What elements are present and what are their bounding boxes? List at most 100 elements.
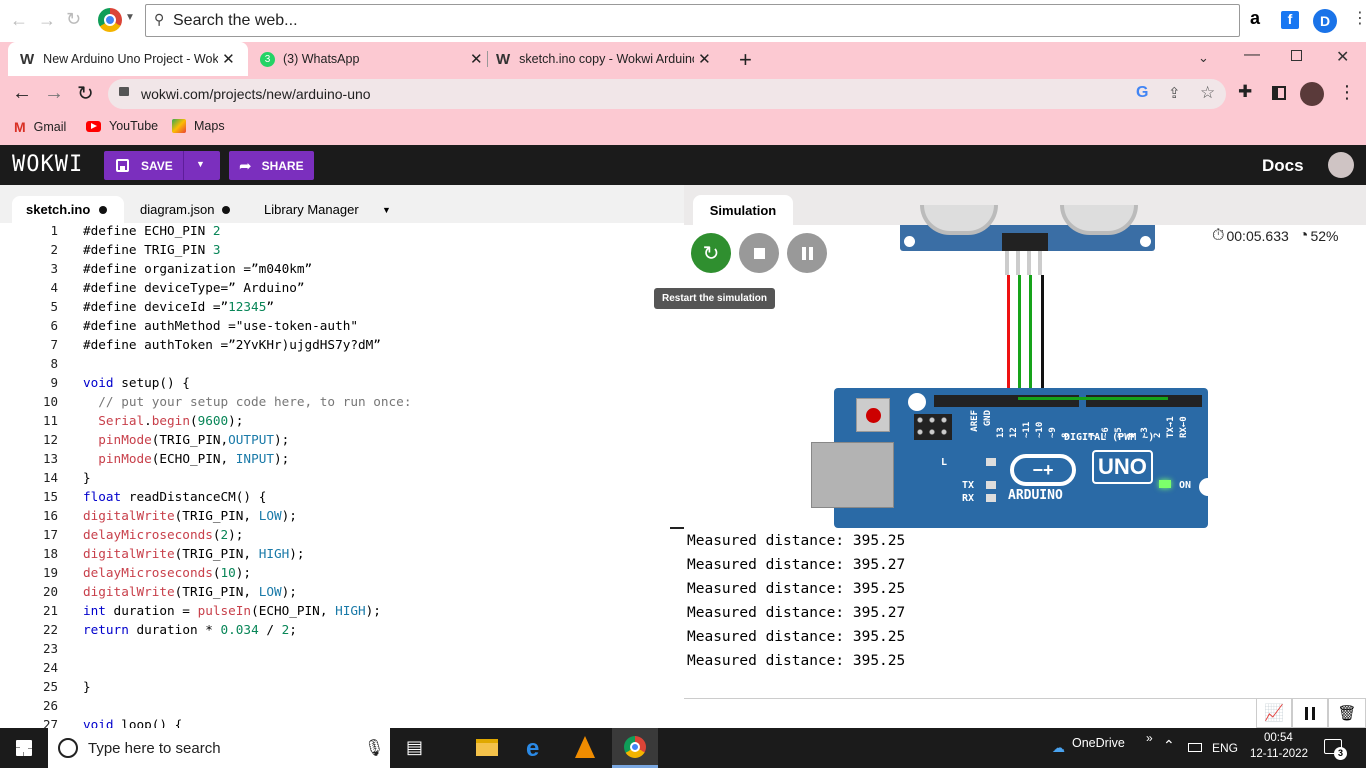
line-number: 11 bbox=[42, 413, 58, 428]
lock-icon[interactable] bbox=[119, 87, 129, 96]
web-search-input[interactable]: ⚲ Search the web... bbox=[145, 4, 1240, 37]
whatsapp-icon: 3 bbox=[260, 51, 275, 67]
pause-serial-button[interactable] bbox=[1292, 698, 1328, 728]
bookmark-gmail[interactable]: M Gmail bbox=[14, 119, 66, 135]
power-led bbox=[1159, 480, 1171, 488]
close-window-icon[interactable]: ✕ bbox=[1336, 47, 1349, 67]
simulation-canvas[interactable]: L TX RX −+ UNO ARDUINO ON DIGITAL (PWM ~… bbox=[684, 205, 1366, 528]
line-number: 26 bbox=[42, 698, 58, 713]
notification-count: 3 bbox=[1334, 747, 1347, 760]
user-avatar[interactable] bbox=[1328, 152, 1354, 178]
label-uno: UNO bbox=[1092, 450, 1153, 484]
forward-icon[interactable]: → bbox=[44, 82, 64, 105]
search-circle-icon bbox=[58, 738, 78, 758]
more-icon[interactable]: ⋮ bbox=[1352, 8, 1366, 28]
bookmark-star-icon[interactable]: ☆ bbox=[1200, 83, 1215, 103]
ultrasonic-sensor[interactable] bbox=[900, 205, 1155, 251]
line-number: 13 bbox=[42, 451, 58, 466]
serial-line: Measured distance: 395.25 bbox=[687, 581, 906, 597]
gmail-icon: M bbox=[14, 119, 26, 135]
reload-icon[interactable]: ↻ bbox=[66, 9, 81, 30]
clear-serial-button[interactable]: 🗑 bbox=[1328, 698, 1366, 728]
browser-tab-wokwi-new[interactable]: W New Arduino Uno Project - Wokwi ✕ bbox=[8, 42, 248, 76]
google-icon[interactable]: G bbox=[1136, 84, 1148, 102]
sensor-pin-header bbox=[1002, 233, 1048, 251]
pause-simulation-button[interactable] bbox=[787, 233, 827, 273]
bookmark-youtube[interactable]: YouTube bbox=[86, 119, 158, 133]
tray-up-icon[interactable]: ⌃ bbox=[1163, 737, 1175, 754]
close-icon[interactable]: ✕ bbox=[698, 50, 711, 68]
plotter-button[interactable]: 📈 bbox=[1256, 698, 1292, 728]
bookmark-maps[interactable]: Maps bbox=[172, 119, 225, 133]
new-tab-icon[interactable]: + bbox=[739, 47, 752, 73]
tabs-dropdown-icon[interactable]: ▼ bbox=[382, 205, 391, 215]
browser-tab-whatsapp[interactable]: 3 (3) WhatsApp ✕ bbox=[254, 42, 484, 76]
back-icon[interactable]: ← bbox=[12, 82, 32, 105]
close-icon[interactable]: ✕ bbox=[222, 50, 235, 68]
bookmark-label: Maps bbox=[194, 119, 225, 133]
clock-time[interactable]: 00:54 bbox=[1264, 732, 1293, 744]
save-button[interactable]: SAVE ▼ bbox=[104, 151, 220, 180]
edge-icon[interactable]: e bbox=[526, 735, 539, 763]
restart-simulation-button[interactable]: ↻ bbox=[691, 233, 731, 273]
profile-avatar[interactable]: D bbox=[1313, 9, 1337, 33]
docs-link[interactable]: Docs bbox=[1262, 156, 1304, 176]
label-rx: RX bbox=[962, 493, 975, 504]
chevron-down-icon[interactable]: ▼ bbox=[196, 159, 205, 169]
amazon-icon[interactable]: a bbox=[1250, 8, 1260, 29]
share-button[interactable]: ➦ SHARE bbox=[229, 151, 314, 180]
line-number: 2 bbox=[50, 242, 58, 257]
stop-simulation-button[interactable] bbox=[739, 233, 779, 273]
wokwi-logo[interactable]: WOKWI bbox=[12, 152, 83, 177]
url-field[interactable]: wokwi.com/projects/new/arduino-uno G ⇪ ☆ bbox=[108, 79, 1226, 109]
clock-date[interactable]: 12-11-2022 bbox=[1250, 748, 1308, 760]
share-icon[interactable]: ⇪ bbox=[1168, 84, 1181, 102]
onedrive-icon[interactable]: ☁ bbox=[1052, 740, 1065, 756]
restore-icon[interactable] bbox=[1291, 50, 1302, 61]
serial-input[interactable] bbox=[684, 698, 1256, 728]
sim-speed: 52% bbox=[1310, 228, 1339, 244]
code-area[interactable]: 1 #define ECHO_PIN 2 2 #define TRIG_PIN 3 3 #… bbox=[0, 223, 670, 728]
code-line: delayMicroseconds(2); bbox=[83, 527, 244, 542]
forward-icon[interactable]: → bbox=[38, 10, 56, 31]
taskbar-search-box[interactable]: Type here to search 🎙 bbox=[48, 728, 390, 768]
line-number: 1 bbox=[50, 223, 58, 238]
minimize-icon[interactable]: — bbox=[1244, 46, 1260, 64]
onedrive-label[interactable]: OneDrive bbox=[1072, 736, 1125, 750]
extensions-icon[interactable]: ✚ bbox=[1238, 82, 1252, 102]
tab-simulation[interactable]: Simulation bbox=[693, 195, 793, 225]
tab-diagram-json[interactable]: diagram.json bbox=[140, 202, 231, 217]
file-explorer-icon[interactable] bbox=[476, 739, 498, 756]
close-icon[interactable]: ✕ bbox=[470, 50, 483, 68]
line-number: 12 bbox=[42, 432, 58, 447]
side-panel-icon[interactable] bbox=[1272, 86, 1286, 100]
back-icon[interactable]: ← bbox=[10, 10, 28, 31]
profile-photo[interactable] bbox=[1300, 82, 1324, 106]
restart-tooltip: Restart the simulation bbox=[654, 288, 776, 309]
green-header-wire bbox=[1018, 397, 1168, 400]
task-view-icon[interactable]: ▤ bbox=[406, 737, 423, 758]
language-indicator[interactable]: ENG bbox=[1212, 741, 1238, 755]
overflow-chevron-icon[interactable]: » bbox=[1146, 731, 1153, 745]
reset-button[interactable] bbox=[856, 398, 890, 432]
facebook-icon[interactable]: f bbox=[1281, 11, 1299, 29]
vlc-icon[interactable] bbox=[575, 736, 595, 758]
chrome-icon bbox=[624, 735, 646, 758]
chevron-down-icon[interactable]: ▼ bbox=[125, 12, 135, 23]
microphone-icon[interactable]: 🎙 bbox=[364, 738, 384, 758]
tab-search-icon[interactable]: ⌄ bbox=[1198, 50, 1209, 66]
tab-library-manager[interactable]: Library Manager bbox=[264, 202, 359, 217]
windows-start-button[interactable] bbox=[0, 728, 48, 768]
line-number: 25 bbox=[42, 679, 58, 694]
wire-trig bbox=[1018, 275, 1021, 399]
more-icon[interactable]: ⋮ bbox=[1338, 82, 1356, 103]
browser-tab-wokwi-copy[interactable]: W sketch.ino copy - Wokwi Arduino ✕ bbox=[490, 42, 724, 76]
chrome-icon[interactable] bbox=[98, 8, 122, 32]
battery-icon[interactable] bbox=[1188, 743, 1202, 752]
reload-icon[interactable]: ↻ bbox=[77, 81, 94, 106]
tab-sketch-ino[interactable]: sketch.ino bbox=[12, 196, 124, 223]
chrome-taskbar-button[interactable] bbox=[612, 728, 658, 768]
serial-line: Measured distance: 395.25 bbox=[687, 533, 906, 549]
bookmarks-bar: M Gmail YouTube Maps bbox=[0, 112, 1366, 145]
serial-output[interactable]: Measured distance: 395.25 Measured distan… bbox=[684, 533, 1366, 693]
